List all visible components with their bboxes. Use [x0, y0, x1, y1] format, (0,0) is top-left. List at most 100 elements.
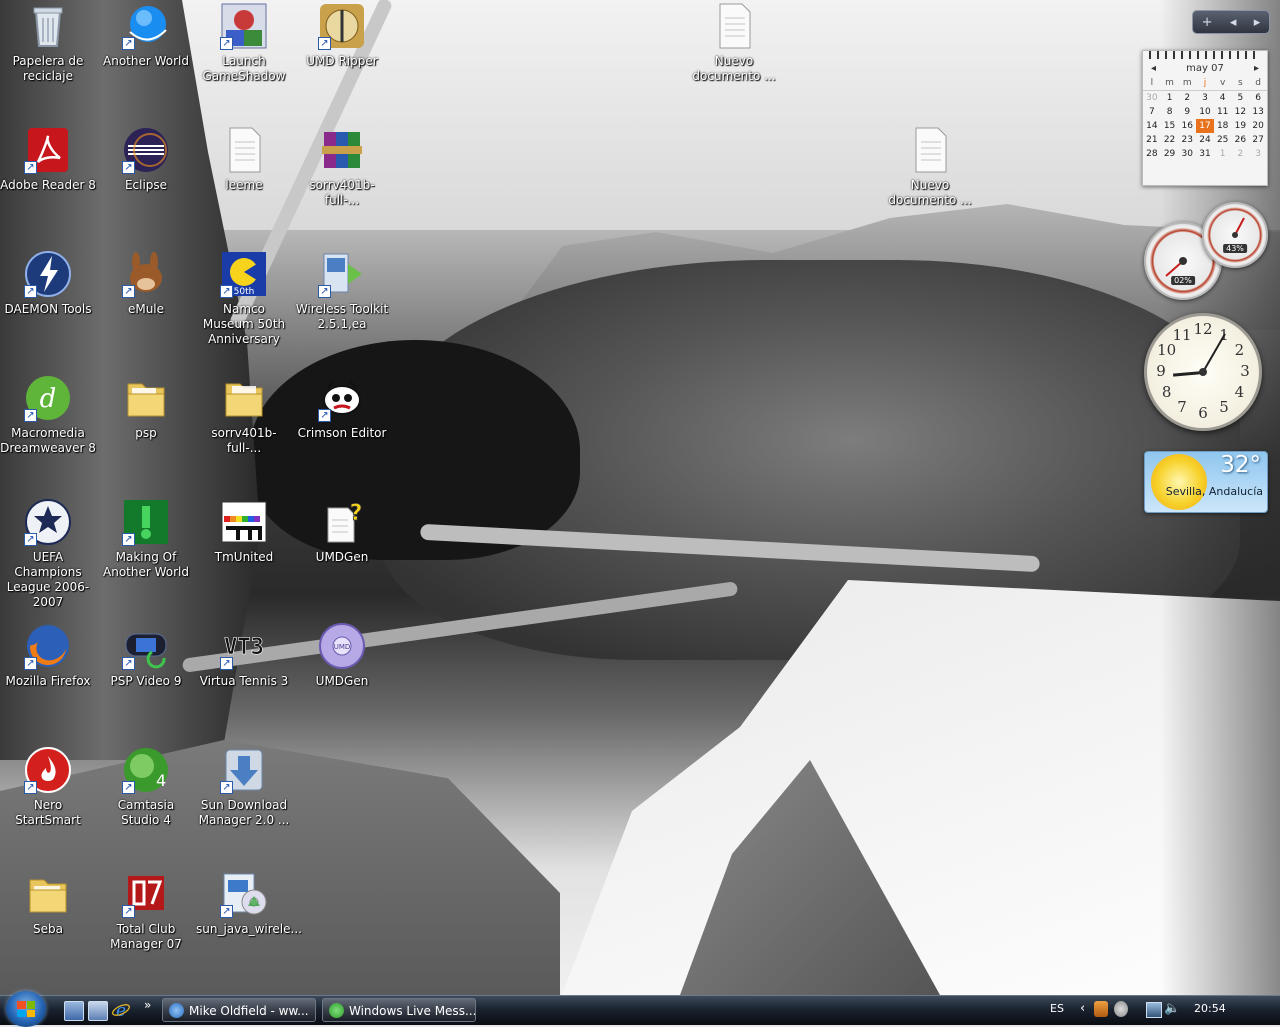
desktop-icon-gameshadow[interactable]: ↗ Launch GameShadow: [196, 2, 292, 84]
calendar-day[interactable]: 25: [1214, 133, 1232, 147]
calendar-day[interactable]: 19: [1232, 119, 1250, 133]
folder-icon: [24, 870, 72, 918]
desktop-icon-another-world[interactable]: ↗ Another World: [98, 2, 194, 69]
desktop-icon-sun-download-manager[interactable]: ↗ Sun Download Manager 2.0 ...: [196, 746, 292, 828]
calendar-prev-icon[interactable]: ◂: [1151, 63, 1156, 74]
daemon-tools-icon: ↗: [24, 250, 72, 298]
calendar-day[interactable]: 1: [1214, 147, 1232, 161]
calendar-day[interactable]: 29: [1161, 147, 1179, 161]
calendar-day[interactable]: 16: [1178, 119, 1196, 133]
switch-windows-icon[interactable]: [88, 1001, 108, 1021]
network-icon[interactable]: [1146, 1002, 1162, 1018]
calendar-day[interactable]: 21: [1143, 133, 1161, 147]
clock-gadget[interactable]: 121234567891011: [1144, 313, 1262, 431]
calendar-day[interactable]: 14: [1143, 119, 1161, 133]
calendar-day[interactable]: 8: [1161, 105, 1179, 119]
desktop-icon-wireless-toolkit[interactable]: ↗ Wireless Toolkit 2.5.1,ea: [294, 250, 390, 332]
clock-numeral: 11: [1172, 325, 1192, 344]
desktop-icon-eclipse[interactable]: ↗ Eclipse: [98, 126, 194, 193]
desktop-icon-making-of[interactable]: ↗ Making Of Another World: [98, 498, 194, 580]
desktop-icon-nuevo-documento-2[interactable]: Nuevo documento ...: [882, 126, 978, 208]
desktop-icon-umdgen[interactable]: UMD UMDGen: [294, 622, 390, 689]
calendar-day[interactable]: 3: [1249, 147, 1267, 161]
calendar-day[interactable]: 26: [1232, 133, 1250, 147]
calendar-day[interactable]: 22: [1161, 133, 1179, 147]
show-hidden-icons-button[interactable]: ‹: [1080, 1001, 1085, 1016]
desktop-icon-virtua-tennis[interactable]: VT3 ↗ Virtua Tennis 3: [196, 622, 292, 689]
desktop-icon-umd-ripper[interactable]: ↗ UMD Ripper: [294, 2, 390, 69]
desktop-icon-tmunited[interactable]: TmUnited: [196, 498, 292, 565]
calendar-day[interactable]: 6: [1249, 91, 1267, 106]
desktop-icon-total-club-manager[interactable]: ↗ Total Club Manager 07: [98, 870, 194, 952]
desktop-icon-namco-museum[interactable]: 50th ↗ Namco Museum 50th Anniversary: [196, 250, 292, 347]
desktop-icon-uefa[interactable]: ↗ UEFA Champions League 2006-2007: [0, 498, 96, 610]
calendar-day[interactable]: 9: [1178, 105, 1196, 119]
quick-launch-overflow-icon[interactable]: »: [144, 998, 151, 1012]
desktop-icon-leeme[interactable]: leeme: [196, 126, 292, 193]
clock-time[interactable]: 20:54: [1194, 1002, 1226, 1015]
next-page-button[interactable]: ▸: [1254, 15, 1261, 30]
calendar-weekday: v: [1213, 76, 1232, 91]
add-gadget-button[interactable]: +: [1202, 15, 1213, 30]
calendar-day[interactable]: 4: [1214, 91, 1232, 106]
calendar-day[interactable]: 2: [1232, 147, 1250, 161]
messenger-status-icon[interactable]: [1114, 1001, 1128, 1017]
desktop-icon-psp-video[interactable]: ↗ PSP Video 9: [98, 622, 194, 689]
calendar-day[interactable]: 31: [1196, 147, 1214, 161]
calendar-day[interactable]: 30: [1178, 147, 1196, 161]
task-button-internet-explorer[interactable]: Mike Oldfield - ww...: [162, 998, 316, 1022]
show-desktop-icon[interactable]: [64, 1001, 84, 1021]
desktop-icon-nero[interactable]: ↗ Nero StartSmart: [0, 746, 96, 828]
start-button[interactable]: [6, 991, 46, 1027]
calendar-day[interactable]: 10: [1196, 105, 1214, 119]
desktop-icon-folder-sorrv[interactable]: sorrv401b-full-...: [196, 374, 292, 456]
desktop-icon-folder-psp[interactable]: psp: [98, 374, 194, 441]
calendar-day[interactable]: 13: [1249, 105, 1267, 119]
desktop-icon-crimson-editor[interactable]: ↗ Crimson Editor: [294, 374, 390, 441]
desktop-icon-recycle-bin[interactable]: Papelera de reciclaje: [0, 2, 96, 84]
icon-label: PSP Video 9: [110, 674, 182, 688]
internet-explorer-icon[interactable]: e: [112, 1001, 130, 1021]
volume-icon[interactable]: 🔈: [1164, 1001, 1180, 1016]
desktop-icon-sun-java-wireless[interactable]: ↗ sun_java_wirele...: [196, 870, 302, 937]
calendar-day[interactable]: 7: [1143, 105, 1161, 119]
calendar-day[interactable]: 24: [1196, 133, 1214, 147]
calendar-day[interactable]: 18: [1214, 119, 1232, 133]
calendar-day[interactable]: 15: [1161, 119, 1179, 133]
calendar-gadget[interactable]: ◂ may 07 ▸ lmmjvsd 30 1 2 3 4 5 6 7 8 9 10 11 12 13 14…: [1142, 50, 1268, 186]
prev-page-button[interactable]: ◂: [1230, 15, 1237, 30]
desktop-icon-daemon-tools[interactable]: ↗ DAEMON Tools: [0, 250, 96, 317]
desktop-icon-firefox[interactable]: ↗ Mozilla Firefox: [0, 622, 96, 689]
desktop-icon-nuevo-documento-1[interactable]: Nuevo documento ...: [686, 2, 782, 84]
calendar-day[interactable]: 11: [1214, 105, 1232, 119]
calendar-day[interactable]: 17: [1196, 119, 1214, 133]
icon-label: DAEMON Tools: [4, 302, 92, 316]
icon-label: Crimson Editor: [297, 426, 387, 440]
shortcut-arrow-icon: ↗: [122, 905, 135, 918]
calendar-day[interactable]: 23: [1178, 133, 1196, 147]
icon-label: psp: [135, 426, 157, 440]
desktop-icon-dreamweaver[interactable]: d ↗ Macromedia Dreamweaver 8: [0, 374, 96, 456]
language-indicator[interactable]: ES: [1050, 1002, 1064, 1015]
desktop-icon-camtasia[interactable]: 4 ↗ Camtasia Studio 4: [98, 746, 194, 828]
calendar-day[interactable]: 5: [1232, 91, 1250, 106]
desktop-icon-sorrv-archive[interactable]: sorrv401b-full-...: [294, 126, 390, 208]
calendar-day[interactable]: 20: [1249, 119, 1267, 133]
calendar-day[interactable]: 30: [1143, 91, 1161, 106]
shortcut-arrow-icon: ↗: [220, 781, 233, 794]
calendar-next-icon[interactable]: ▸: [1254, 63, 1259, 74]
calendar-day[interactable]: 1: [1161, 91, 1179, 106]
desktop-icon-folder-seba[interactable]: Seba: [0, 870, 96, 937]
calendar-day[interactable]: 12: [1232, 105, 1250, 119]
tray-app-icon[interactable]: [1094, 1001, 1108, 1017]
calendar-day[interactable]: 3: [1196, 91, 1214, 106]
calendar-day[interactable]: 27: [1249, 133, 1267, 147]
desktop-icon-emule[interactable]: ↗ eMule: [98, 250, 194, 317]
shortcut-arrow-icon: ↗: [24, 409, 37, 422]
weather-gadget[interactable]: 32° Sevilla, Andalucía: [1144, 451, 1268, 513]
desktop-icon-adobe-reader[interactable]: ↗ Adobe Reader 8: [0, 126, 96, 193]
calendar-day[interactable]: 28: [1143, 147, 1161, 161]
calendar-day[interactable]: 2: [1178, 91, 1196, 106]
desktop-icon-umdgen-file[interactable]: ? UMDGen: [294, 498, 390, 565]
task-button-windows-live-messenger[interactable]: Windows Live Mess...: [322, 998, 476, 1022]
